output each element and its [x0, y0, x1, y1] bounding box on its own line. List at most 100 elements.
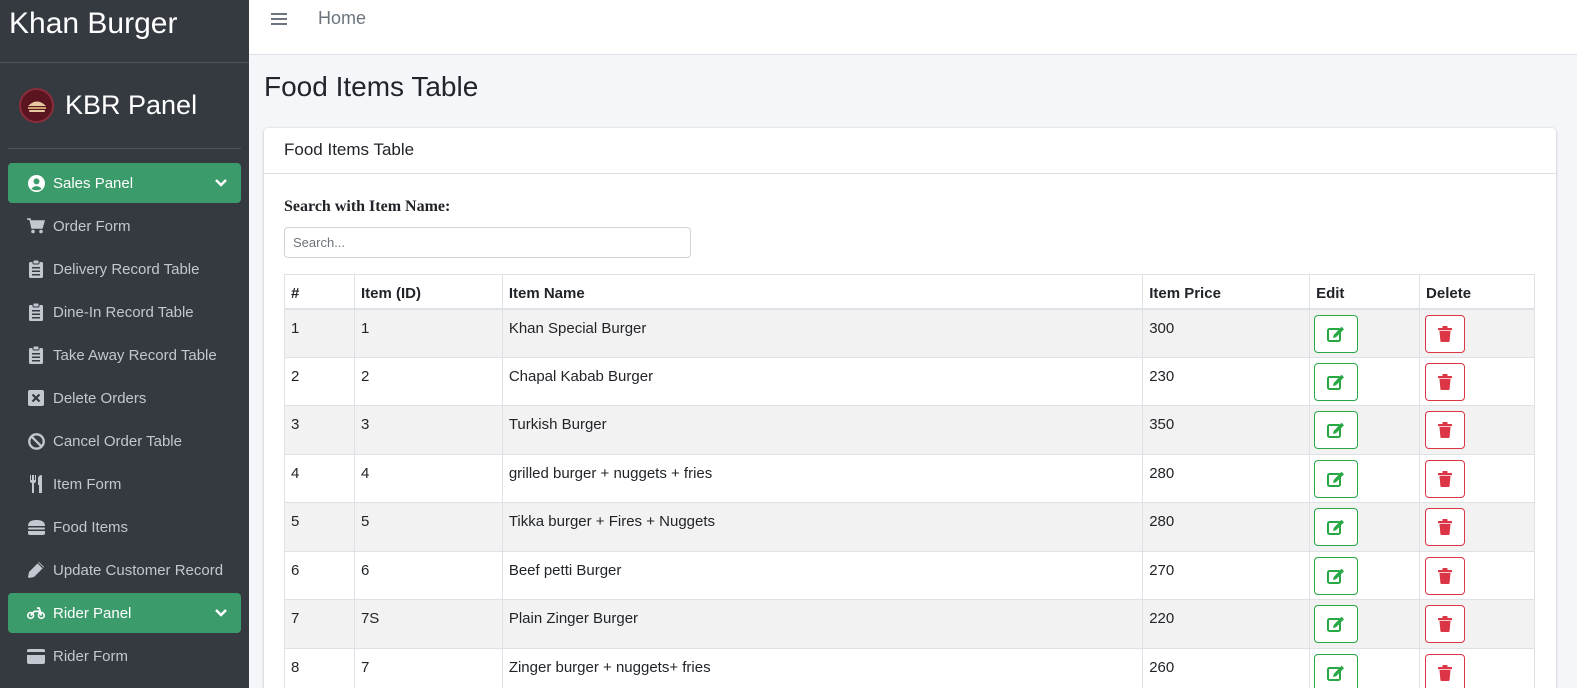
cell-delete [1419, 599, 1535, 649]
cart-icon [27, 217, 45, 235]
trash-icon [1438, 616, 1453, 632]
top-navbar: Home [249, 0, 1577, 55]
sidebar-item-label: Sales Panel [53, 174, 134, 192]
table-row: 3 3 Turkish Burger 350 [284, 405, 1535, 455]
cell-item-name: Turkish Burger [501, 405, 1144, 455]
home-link[interactable]: Home [318, 8, 366, 29]
brand-title[interactable]: Khan Burger [9, 7, 177, 40]
cell-item-name: Zinger burger + nuggets+ fries [501, 647, 1144, 688]
sidebar-item-dine-in-record-table[interactable]: Dine-In Record Table [8, 292, 241, 332]
trash-icon [1438, 664, 1453, 681]
cell-delete [1419, 356, 1535, 406]
cell-number: 1 [284, 308, 355, 358]
sidebar-item-label: Cancel Order Table [53, 432, 182, 450]
delete-button[interactable] [1425, 605, 1466, 643]
sidebar-item-delivery-record-table[interactable]: Delivery Record Table [8, 249, 241, 289]
column-header: Item (ID) [353, 274, 503, 310]
edit-button[interactable] [1314, 653, 1359, 688]
cell-item-id: 1 [353, 308, 503, 358]
delete-button[interactable] [1425, 459, 1466, 498]
delete-button[interactable] [1425, 314, 1466, 353]
sidebar-item-take-away-record-table[interactable]: Take Away Record Table [8, 335, 241, 375]
edit-button[interactable] [1314, 411, 1359, 449]
trash-icon [1438, 373, 1453, 390]
edit-button[interactable] [1314, 362, 1359, 401]
sidebar-item-label: Update Customer Record [53, 561, 224, 579]
sidebar-item-label: Delivery Record Table [53, 260, 200, 278]
table-row: 6 6 Beef petti Burger 270 [284, 550, 1535, 600]
delete-button[interactable] [1425, 411, 1466, 449]
sidebar-item-rider-panel[interactable]: Rider Panel [8, 593, 241, 633]
table-row: 1 1 Khan Special Burger 300 [284, 308, 1535, 358]
cell-item-price: 300 [1142, 308, 1311, 358]
cell-edit [1309, 502, 1421, 552]
search-input[interactable] [284, 227, 691, 258]
chevron-down-icon [215, 605, 227, 622]
edit-button[interactable] [1314, 314, 1359, 353]
sidebar-item-food-items[interactable]: Food Items [8, 507, 241, 547]
edit-button[interactable] [1314, 605, 1359, 643]
column-header: # [284, 274, 355, 310]
edit-icon [1327, 616, 1345, 632]
sidebar-item-item-form[interactable]: Item Form [8, 464, 241, 504]
main-content: Food Items Table Food Items Table Search… [249, 55, 1577, 688]
cell-item-name: Tikka burger + Fires + Nuggets [501, 502, 1144, 552]
cell-item-price: 280 [1142, 453, 1311, 503]
card-title: Food Items Table [264, 128, 1556, 174]
sidebar: Khan Burger KBR Panel Sales Panel Order … [0, 0, 249, 688]
brand[interactable]: Khan Burger [0, 0, 249, 63]
user-name[interactable]: KBR Panel [65, 90, 197, 121]
clipboard-icon [27, 303, 45, 321]
cell-item-id: 2 [353, 356, 503, 406]
sidebar-item-label: Delete Orders [53, 389, 147, 407]
sidebar-item-order-form[interactable]: Order Form [8, 206, 241, 246]
column-header: Delete [1419, 274, 1535, 310]
trash-icon [1438, 567, 1453, 584]
cell-item-id: 4 [353, 453, 503, 503]
cell-item-price: 270 [1142, 550, 1311, 600]
sidebar-item-rider-form[interactable]: Rider Form [8, 636, 241, 676]
cell-item-id: 7 [353, 647, 503, 688]
search-label: Search with Item Name: [284, 198, 451, 215]
cell-number: 2 [284, 356, 355, 406]
cell-delete [1419, 453, 1535, 503]
edit-icon [1327, 471, 1345, 487]
table-header-row: # Item (ID) Item Name Item Price Edit De… [284, 274, 1535, 310]
cell-item-price: 350 [1142, 405, 1311, 455]
cell-number: 5 [284, 502, 355, 552]
sidebar-nav: Sales Panel Order Form Delivery Record T… [0, 149, 249, 676]
sidebar-item-label: Rider Panel [53, 604, 132, 622]
delete-button[interactable] [1425, 556, 1466, 595]
x-square-icon [27, 389, 45, 407]
cell-item-name: Chapal Kabab Burger [501, 356, 1144, 406]
burger-logo-icon [27, 101, 46, 112]
edit-icon [1327, 665, 1345, 681]
cell-number: 3 [284, 405, 355, 455]
trash-icon [1438, 519, 1453, 535]
delete-button[interactable] [1425, 362, 1466, 401]
sidebar-item-label: Item Form [53, 475, 122, 493]
sidebar-item-label: Food Items [53, 518, 129, 536]
sidebar-item-sales-panel[interactable]: Sales Panel [8, 163, 241, 203]
cell-item-price: 220 [1142, 599, 1311, 649]
clipboard-icon [27, 260, 45, 278]
cell-edit [1309, 599, 1421, 649]
cell-item-price: 260 [1142, 647, 1311, 688]
sidebar-item-delete-orders[interactable]: Delete Orders [8, 378, 241, 418]
sidebar-item-update-customer-record[interactable]: Update Customer Record [8, 550, 241, 590]
column-header: Item Price [1142, 274, 1311, 310]
cell-item-name: Plain Zinger Burger [501, 599, 1144, 649]
edit-button[interactable] [1314, 459, 1359, 498]
cell-edit [1309, 308, 1421, 358]
edit-button[interactable] [1314, 556, 1359, 595]
sidebar-item-cancel-order-table[interactable]: Cancel Order Table [8, 421, 241, 461]
avatar [19, 88, 54, 123]
delete-button[interactable] [1425, 508, 1466, 546]
menu-toggle-icon[interactable] [271, 12, 287, 26]
cell-number: 6 [284, 550, 355, 600]
edit-button[interactable] [1314, 508, 1359, 546]
delete-button[interactable] [1425, 653, 1466, 688]
cell-edit [1309, 405, 1421, 455]
column-header: Item Name [501, 274, 1144, 310]
table-row: 4 4 grilled burger + nuggets + fries 280 [284, 453, 1535, 503]
